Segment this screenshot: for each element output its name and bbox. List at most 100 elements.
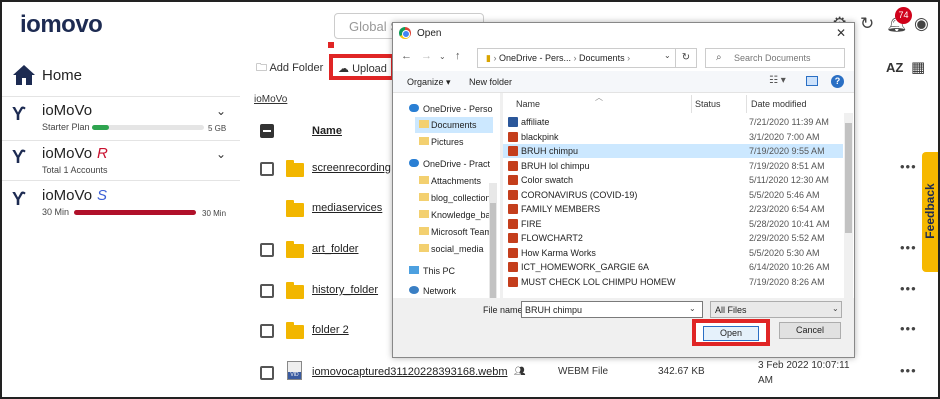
file-row[interactable]: Color swatch 5/11/2020 12:30 AM <box>503 173 843 187</box>
nav-item-attachments[interactable]: Attachments <box>415 173 493 189</box>
file-type-dropdown-icon[interactable]: ⌄ <box>832 304 839 313</box>
file-row-date: 7/19/2020 9:55 AM <box>749 146 825 156</box>
row-checkbox[interactable] <box>260 324 274 338</box>
column-header-date[interactable]: Date modified <box>751 99 807 109</box>
nav-item-blog-collection[interactable]: blog_collection <box>415 190 489 206</box>
more-options-icon[interactable]: ••• <box>900 321 917 336</box>
row-checkbox[interactable] <box>260 366 274 380</box>
file-row[interactable]: How Karma Works 5/5/2020 5:30 AM <box>503 246 843 260</box>
file-row[interactable]: affiliate 7/21/2020 11:39 AM <box>503 115 843 129</box>
file-row[interactable]: blackpink 3/1/2020 7:00 AM <box>503 130 843 144</box>
powerpoint-file-icon <box>508 233 518 243</box>
select-all-checkbox[interactable] <box>260 124 274 138</box>
nav-item-onedrive-personal[interactable]: OneDrive - Perso <box>393 101 493 117</box>
address-dropdown-icon[interactable]: ⌄ <box>664 51 671 60</box>
row-checkbox[interactable] <box>260 243 274 257</box>
open-button[interactable]: Open <box>703 326 759 341</box>
row-checkbox[interactable] <box>260 284 274 298</box>
row-name[interactable]: iomovocaptured31120228393168.webm <box>312 366 508 378</box>
add-folder-button[interactable]: 🗀︎ Add Folder <box>256 59 323 78</box>
iomovo-r-account-icon: ϒ <box>12 147 26 167</box>
file-row[interactable]: FLOWCHART2 2/29/2020 5:52 AM <box>503 231 843 245</box>
upload-button[interactable]: ☁︎ Upload <box>329 54 395 80</box>
breadcrumb[interactable]: ioMoVo <box>254 94 287 105</box>
close-icon[interactable]: ✕ <box>836 26 846 40</box>
row-checkbox[interactable] <box>260 162 274 176</box>
user-avatar-icon[interactable]: ◉ <box>914 14 929 34</box>
refresh-icon[interactable]: ↻ <box>675 48 697 68</box>
nav-item-documents[interactable]: Documents <box>415 117 493 133</box>
minutes-usage-fill <box>74 210 196 215</box>
row-name[interactable]: art_folder <box>312 243 358 255</box>
account-name: ioMoVo S <box>42 187 108 204</box>
computer-icon <box>409 266 419 274</box>
address-part[interactable]: OneDrive - Pers... <box>499 53 571 63</box>
row-name[interactable]: folder 2 <box>312 324 349 336</box>
nav-item-network[interactable]: Network <box>393 283 493 298</box>
powerpoint-file-icon <box>508 262 518 272</box>
file-row[interactable]: MUST CHECK LOL CHIMPU HOMEW 7/19/2020 8:2… <box>503 275 843 289</box>
address-part[interactable]: Documents <box>579 53 625 63</box>
file-row-name: FIRE <box>521 218 542 229</box>
file-row[interactable]: CORONAVIRUS (COVID-19) 5/5/2020 5:46 AM <box>503 188 843 202</box>
more-options-icon[interactable]: ••• <box>900 363 917 378</box>
file-row-date: 2/23/2020 6:54 AM <box>749 204 825 214</box>
chevron-down-icon[interactable]: ⌄ <box>216 104 226 118</box>
name-column-header[interactable]: Name <box>312 125 342 137</box>
nav-item-onedrive-practice[interactable]: OneDrive - Pract <box>393 156 493 172</box>
iomovo-logo[interactable]: iomovo <box>20 11 103 39</box>
file-name-input[interactable]: BRUH chimpu <box>521 301 703 318</box>
account-iomovo-r[interactable]: ϒ ioMoVo R ⌄ Total 1 Accounts <box>12 145 232 189</box>
search-icon: ⌕ <box>716 52 722 63</box>
sort-az-icon[interactable]: AZ <box>886 60 903 75</box>
chevron-down-icon[interactable]: ⌄ <box>216 147 226 161</box>
history-chevron-icon[interactable]: ⌄ <box>439 52 446 61</box>
cloud-icon <box>409 104 419 112</box>
view-options-icon[interactable]: ☷ ▾ <box>769 75 786 86</box>
up-arrow-icon[interactable]: ↑ <box>455 50 461 62</box>
forward-arrow-icon[interactable]: → <box>421 50 432 62</box>
new-folder-button[interactable]: New folder <box>469 77 512 87</box>
nav-item-microsoft-teams[interactable]: Microsoft Team <box>415 224 489 240</box>
nav-pane-scrollbar[interactable] <box>489 183 497 298</box>
cancel-button[interactable]: Cancel <box>779 322 841 339</box>
file-row[interactable]: FAMILY MEMBERS 2/23/2020 6:54 AM <box>503 202 843 216</box>
row-name[interactable]: mediaservices <box>312 202 382 214</box>
nav-item-knowledge-base[interactable]: Knowledge_ba <box>415 207 489 223</box>
address-folder-icon: ▮ <box>486 53 491 63</box>
file-name-dropdown-icon[interactable]: ⌄ <box>689 304 696 313</box>
account-sub: Total 1 Accounts <box>42 165 108 175</box>
nav-item-pictures[interactable]: Pictures <box>415 134 493 150</box>
help-icon[interactable]: ? <box>831 75 844 88</box>
file-row[interactable]: ICT_HOMEWORK_GARGIE 6A 6/14/2020 10:26 AM <box>503 260 843 274</box>
file-row[interactable]: BRUH chimpu 7/19/2020 9:55 AM <box>503 144 843 158</box>
search-documents-input[interactable]: ⌕ Search Documents <box>705 48 845 68</box>
powerpoint-file-icon <box>508 247 518 258</box>
account-iomovo-s[interactable]: ϒ ioMoVo S 30 Min 30 Min <box>12 187 232 231</box>
column-header-name[interactable]: Name <box>516 99 540 109</box>
back-arrow-icon[interactable]: ← <box>401 50 412 62</box>
address-bar[interactable]: ▮ › OneDrive - Pers... › Documents › <box>477 48 683 68</box>
more-options-icon[interactable]: ••• <box>900 159 917 174</box>
organize-button[interactable]: Organize ▾ <box>407 77 451 88</box>
more-options-icon[interactable]: ••• <box>900 281 917 296</box>
file-pane-scrollbar[interactable] <box>844 113 853 298</box>
file-row-name: ICT_HOMEWORK_GARGIE 6A <box>521 262 650 272</box>
file-row[interactable]: BRUH lol chimpu 7/19/2020 8:51 AM <box>503 159 843 173</box>
file-row[interactable]: FIRE 5/28/2020 10:41 AM <box>503 217 843 231</box>
column-header-status[interactable]: Status <box>695 99 721 109</box>
table-row[interactable]: VID iomovocaptured31120228393168.webm 👥︎… <box>240 353 938 393</box>
nav-item-this-pc[interactable]: This PC <box>393 263 493 279</box>
row-name[interactable]: screenrecording <box>312 162 391 174</box>
preview-pane-icon[interactable] <box>806 76 818 86</box>
nav-item-social-media[interactable]: social_media <box>415 241 489 257</box>
storage-usage-fill <box>92 125 109 130</box>
grid-view-icon[interactable]: ▦ <box>911 58 925 76</box>
sidebar-item-home[interactable]: Home <box>12 64 82 88</box>
refresh-icon[interactable]: ↻ <box>860 14 874 34</box>
row-name[interactable]: history_folder <box>312 284 378 296</box>
file-type-select[interactable]: All Files <box>710 301 842 318</box>
feedback-tab[interactable]: Feedback <box>922 152 938 272</box>
more-options-icon[interactable]: ••• <box>900 240 917 255</box>
file-row-date: 7/21/2020 11:39 AM <box>749 117 829 127</box>
